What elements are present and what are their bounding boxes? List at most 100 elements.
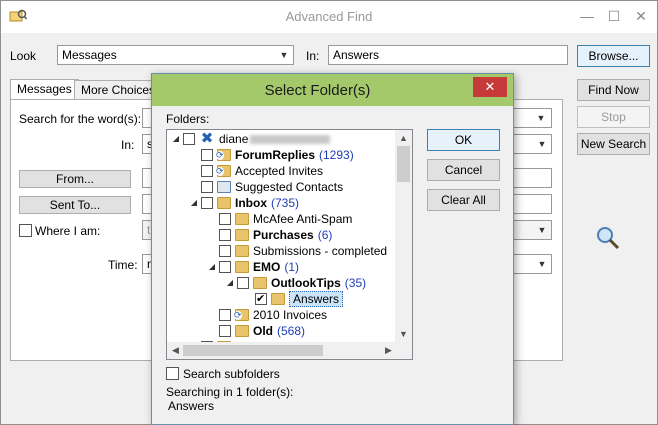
contacts-folder-icon xyxy=(217,181,231,193)
scroll-left-icon[interactable]: ◀ xyxy=(167,342,184,358)
scroll-down-icon[interactable]: ▼ xyxy=(395,326,412,342)
searching-in-label: Searching in 1 folder(s): xyxy=(166,385,294,399)
chevron-down-icon: ▼ xyxy=(279,50,289,60)
folder-icon xyxy=(235,261,249,273)
look-select[interactable]: Messages ▼ xyxy=(57,45,294,65)
folder-tree-row[interactable]: Submissions - completed xyxy=(167,243,407,259)
folder-checkbox[interactable] xyxy=(219,229,231,241)
folder-tree-row[interactable]: ◢ EMO (1) xyxy=(167,259,407,275)
collapse-arrow-icon[interactable]: ◢ xyxy=(225,275,235,291)
folder-name-text: OutlookTips xyxy=(271,276,341,290)
dialog-close-button[interactable]: ✕ xyxy=(473,77,507,97)
folder-tree-row[interactable]: Suggested Contacts xyxy=(167,179,407,195)
look-value: Messages xyxy=(62,48,117,62)
new-search-button[interactable]: New Search xyxy=(577,133,650,155)
folder-name: Answers xyxy=(289,291,344,307)
folder-icon xyxy=(235,213,249,225)
folder-name: diane xyxy=(219,131,331,147)
search-in-label: In: xyxy=(121,138,135,152)
folder-icon xyxy=(253,277,267,289)
stop-button[interactable]: Stop xyxy=(577,106,650,128)
folder-tree-row[interactable]: Accepted Invites xyxy=(167,163,407,179)
unread-count: (735) xyxy=(271,196,300,210)
folder-name: Suggested Contacts xyxy=(235,179,343,195)
scroll-corner xyxy=(395,342,412,359)
folder-icon xyxy=(235,325,249,337)
sync-folder-icon xyxy=(216,165,231,177)
folder-checkbox[interactable] xyxy=(219,309,231,321)
tab-messages[interactable]: Messages xyxy=(10,79,79,101)
folder-checkbox[interactable] xyxy=(183,133,195,145)
folder-name-text: diane xyxy=(219,132,249,146)
select-folders-dialog: Select Folder(s) ✕ Folders: ◢✖dianeForum… xyxy=(151,73,514,425)
folder-tree-row[interactable]: 2010 Invoices xyxy=(167,307,407,323)
folder-name: Accepted Invites xyxy=(235,163,323,179)
tab-more-choices[interactable]: More Choices xyxy=(74,80,163,100)
folder-name-text: Suggested Contacts xyxy=(235,180,344,194)
close-button[interactable]: ✕ xyxy=(631,7,651,25)
scroll-thumb[interactable] xyxy=(397,146,410,182)
folder-checkbox[interactable] xyxy=(219,213,231,225)
unread-count: (568) xyxy=(277,324,306,338)
search-words-label: Search for the word(s): xyxy=(19,112,142,126)
chevron-down-icon: ▼ xyxy=(537,139,547,149)
unread-count: (6) xyxy=(317,228,333,242)
title-bar: Advanced Find — ☐ ✕ xyxy=(1,1,657,33)
folder-checkbox[interactable] xyxy=(201,165,213,177)
folder-tree-row[interactable]: ◢ ✖ diane xyxy=(167,131,407,147)
folder-checkbox[interactable] xyxy=(255,291,267,307)
folder-name-text: Submissions - completed xyxy=(253,244,388,258)
folder-checkbox[interactable] xyxy=(219,261,231,273)
maximize-button[interactable]: ☐ xyxy=(604,7,624,25)
in-folder-field: Answers xyxy=(328,45,568,65)
where-i-am-checkbox[interactable] xyxy=(19,224,32,237)
horizontal-scrollbar[interactable]: ◀ ▶ xyxy=(167,342,397,359)
folder-checkbox[interactable] xyxy=(201,149,213,161)
folder-checkbox[interactable] xyxy=(219,325,231,337)
folder-checkbox[interactable] xyxy=(237,277,249,289)
hscroll-thumb[interactable] xyxy=(183,345,323,356)
browse-button[interactable]: Browse... xyxy=(577,45,650,67)
folder-tree-row[interactable]: Old (568) xyxy=(167,323,407,339)
folder-tree[interactable]: ◢✖dianeForumReplies(1293)Accepted Invite… xyxy=(166,129,413,360)
folder-checkbox[interactable] xyxy=(219,245,231,257)
clear-all-button[interactable]: Clear All xyxy=(427,189,500,211)
chevron-down-icon: ▼ xyxy=(537,259,547,269)
folder-tree-row[interactable]: Purchases (6) xyxy=(167,227,407,243)
folder-tree-row[interactable]: McAfee Anti-Spam xyxy=(167,211,407,227)
folder-tree-row[interactable]: ◢ Inbox (735) xyxy=(167,195,407,211)
folder-checkbox[interactable] xyxy=(201,197,213,209)
find-now-button[interactable]: Find Now xyxy=(577,79,650,101)
ok-button[interactable]: OK xyxy=(427,129,500,151)
look-label: Look xyxy=(10,49,37,63)
sent-to-button[interactable]: Sent To... xyxy=(19,196,131,214)
scroll-up-icon[interactable]: ▲ xyxy=(395,130,412,146)
vertical-scrollbar[interactable]: ▲ ▼ xyxy=(395,130,412,342)
time-label: Time: xyxy=(108,258,138,272)
folder-tree-row[interactable]: ForumReplies(1293) xyxy=(167,147,407,163)
search-subfolders-label: Search subfolders xyxy=(183,367,280,381)
window-title: Advanced Find xyxy=(285,9,373,24)
collapse-arrow-icon[interactable]: ◢ xyxy=(189,195,199,211)
folder-icon xyxy=(271,293,285,305)
cancel-button[interactable]: Cancel xyxy=(427,159,500,181)
folder-name: Inbox (735) xyxy=(235,195,299,211)
chevron-down-icon: ▼ xyxy=(536,113,546,123)
folder-checkbox[interactable] xyxy=(201,181,213,193)
folder-name-text: 2010 Invoices xyxy=(253,308,328,322)
from-button[interactable]: From... xyxy=(19,170,131,188)
folder-tree-row[interactable]: ◢ OutlookTips (35) xyxy=(167,275,407,291)
minimize-button[interactable]: — xyxy=(577,7,597,25)
unread-count: (1) xyxy=(284,260,300,274)
folder-icon xyxy=(235,229,249,241)
collapse-arrow-icon[interactable]: ◢ xyxy=(171,131,181,147)
folder-name-text: Answers xyxy=(289,291,344,307)
search-subfolders-checkbox[interactable] xyxy=(166,367,179,380)
folder-tree-row[interactable]: Answers xyxy=(167,291,407,307)
folder-name: Submissions - completed xyxy=(253,243,387,259)
collapse-arrow-icon[interactable]: ◢ xyxy=(207,259,217,275)
where-i-am-label: Where I am: xyxy=(35,224,101,238)
folder-name: Purchases (6) xyxy=(253,227,332,243)
searching-folder-name: Answers xyxy=(168,399,215,413)
folder-name-text: ForumReplies xyxy=(235,148,316,162)
